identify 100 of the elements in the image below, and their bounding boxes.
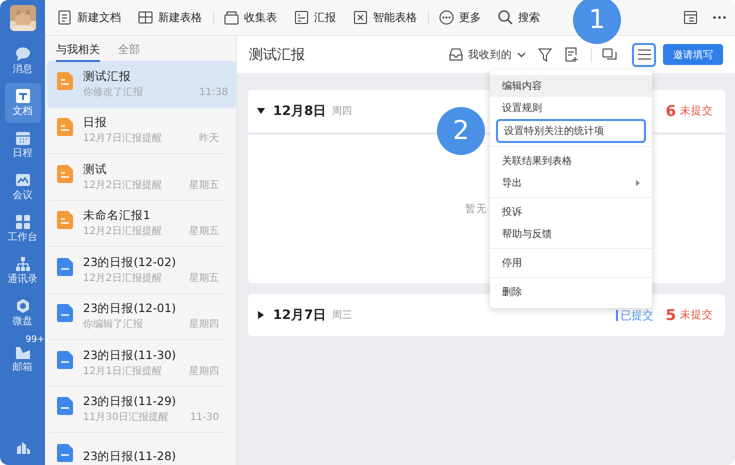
filter-icon <box>538 48 552 62</box>
item-title: 测试 <box>83 160 108 177</box>
toolbar-button[interactable]: 更多 <box>439 10 481 25</box>
item-title: 23的日报(11-29) <box>83 393 178 410</box>
hexagon-icon <box>14 298 30 314</box>
report-file-icon <box>57 72 73 90</box>
calendar-icon <box>14 130 30 146</box>
more-icon <box>439 10 454 25</box>
item-subtitle: 你编辑了汇报 <box>83 318 143 332</box>
empty-state-text: 暂无 <box>465 202 487 216</box>
sidebar-item[interactable]: 消息 <box>4 41 40 81</box>
document-icon <box>57 10 72 25</box>
mail-icon <box>14 344 30 360</box>
item-time: 星期五 <box>189 178 219 193</box>
not-submitted-count: 6 <box>666 102 676 120</box>
not-submitted-link[interactable]: 未提交 <box>680 308 713 322</box>
document-file-icon <box>57 304 73 322</box>
unread-count: 99+ <box>26 335 44 345</box>
menu-item[interactable]: 编辑内容 <box>490 75 652 97</box>
list-item[interactable]: 23的日报(11-30) 12月1日汇报提醒 星期四 <box>48 340 227 386</box>
list-item[interactable]: 23的日报(12-02) 12月2日汇报提醒 星期五 <box>48 247 227 294</box>
list-item[interactable]: 未命名汇报1 12月2日汇报提醒 星期五 <box>48 200 227 247</box>
layout-icon <box>683 10 698 25</box>
item-subtitle: 12月2日汇报提醒 <box>83 272 162 286</box>
item-subtitle: 12月7日汇报提醒 <box>83 132 162 146</box>
item-title: 测试汇报 <box>83 68 132 84</box>
document-icon <box>14 88 30 104</box>
caret-down-icon[interactable] <box>257 107 265 115</box>
sidebar-item[interactable]: 会议 <box>4 167 40 207</box>
search-button[interactable]: 搜索 <box>498 10 540 25</box>
item-subtitle: 11月30日汇报提醒 <box>83 411 168 426</box>
list-item[interactable]: 23的日报(11-28) <box>48 433 227 465</box>
report-file-icon <box>57 118 73 136</box>
org-chart-icon <box>14 256 30 272</box>
item-subtitle: 12月1日汇报提醒 <box>83 364 162 379</box>
sidebar-item[interactable]: 工作台 <box>4 209 40 249</box>
add-document-icon <box>564 47 579 62</box>
toolbar-button[interactable]: 新建文档 <box>57 10 121 25</box>
item-time: 星期四 <box>189 318 219 332</box>
item-title: 23的日报(12-01) <box>83 300 178 316</box>
item-title: 23的日报(11-30) <box>83 346 178 363</box>
menu-item[interactable]: 设置规则 <box>490 97 652 119</box>
menu-item[interactable]: 停用 <box>490 252 652 274</box>
list-item[interactable]: 23的日报(12-01) 你编辑了汇报 星期四 <box>48 294 227 340</box>
toolbar-button[interactable]: 新建表格 <box>138 10 202 25</box>
sidebar-item[interactable]: 文档 <box>4 83 40 123</box>
not-submitted-link[interactable]: 未提交 <box>680 104 713 118</box>
item-time: 星期五 <box>189 225 219 240</box>
document-file-icon <box>57 444 73 462</box>
menu-item[interactable]: 投诉 <box>490 201 652 223</box>
table-icon <box>138 10 153 25</box>
toolbar-button[interactable]: 收集表 <box>224 10 277 25</box>
menu-item[interactable]: 设置特别关注的统计项 <box>496 119 646 143</box>
day-date: 12月8日 <box>273 103 326 120</box>
document-file-icon <box>57 397 73 416</box>
table-icon <box>353 10 368 25</box>
item-time: 11:38 <box>199 86 228 100</box>
day-date: 12月7日 <box>273 307 326 324</box>
menu-icon <box>638 49 650 60</box>
invite-button[interactable]: 邀请填写 <box>663 44 723 65</box>
toolbar-button[interactable]: 汇报 <box>294 10 336 25</box>
menu-item[interactable]: 帮助与反馈 <box>490 223 652 245</box>
list-item[interactable]: 23的日报(11-29) 11月30日汇报提醒 11-30 <box>48 386 227 433</box>
sidebar-item[interactable]: 微盘 <box>4 293 40 333</box>
not-submitted-count: 5 <box>666 306 676 324</box>
bar-shapes-icon <box>14 439 30 455</box>
sidebar-item[interactable]: 通讯录 <box>4 251 40 291</box>
chevron-down-icon <box>517 52 526 58</box>
item-subtitle: 12月2日汇报提醒 <box>83 225 162 240</box>
toolbar-button[interactable]: 智能表格 <box>353 10 417 25</box>
item-title: 23的日报(12-02) <box>83 254 178 270</box>
box-icon <box>224 10 239 25</box>
menu-item[interactable]: 删除 <box>490 281 652 303</box>
chat-icon <box>14 46 30 62</box>
sidebar-item[interactable]: 日程 <box>4 125 40 165</box>
item-time: 星期四 <box>189 364 219 379</box>
caret-right-icon[interactable] <box>257 311 265 319</box>
weekday: 周四 <box>332 105 352 118</box>
item-time: 昨天 <box>199 132 219 146</box>
menu-button[interactable] <box>632 42 656 66</box>
item-subtitle: 你修改了汇报 <box>83 86 143 100</box>
menu-item[interactable]: 关联结果到表格 <box>490 150 652 172</box>
weekday: 周三 <box>332 309 352 322</box>
chat-windows-icon <box>602 48 617 62</box>
list-item[interactable]: 测试汇报 你修改了汇报 11:38 <box>47 61 236 108</box>
grid-icon <box>14 214 30 230</box>
report-title: 测试汇报 <box>249 46 305 64</box>
menu-item[interactable]: 导出 <box>490 172 652 194</box>
report-icon <box>294 10 309 25</box>
item-time: 星期五 <box>189 272 219 286</box>
list-item[interactable]: 测试 12月2日汇报提醒 星期五 <box>48 154 227 200</box>
filter-dropdown[interactable]: 我收到的 <box>449 48 526 62</box>
sidebar-item[interactable]: 邮箱 99+ <box>0 335 44 379</box>
picture-frame-icon <box>14 172 30 188</box>
list-item[interactable]: 日报 12月7日汇报提醒 昨天 <box>48 108 227 154</box>
inbox-icon <box>449 48 463 61</box>
item-subtitle: 12月2日汇报提醒 <box>83 178 162 193</box>
report-file-icon <box>57 211 73 230</box>
report-file-icon <box>57 164 73 183</box>
item-time: 11-30 <box>190 411 219 426</box>
